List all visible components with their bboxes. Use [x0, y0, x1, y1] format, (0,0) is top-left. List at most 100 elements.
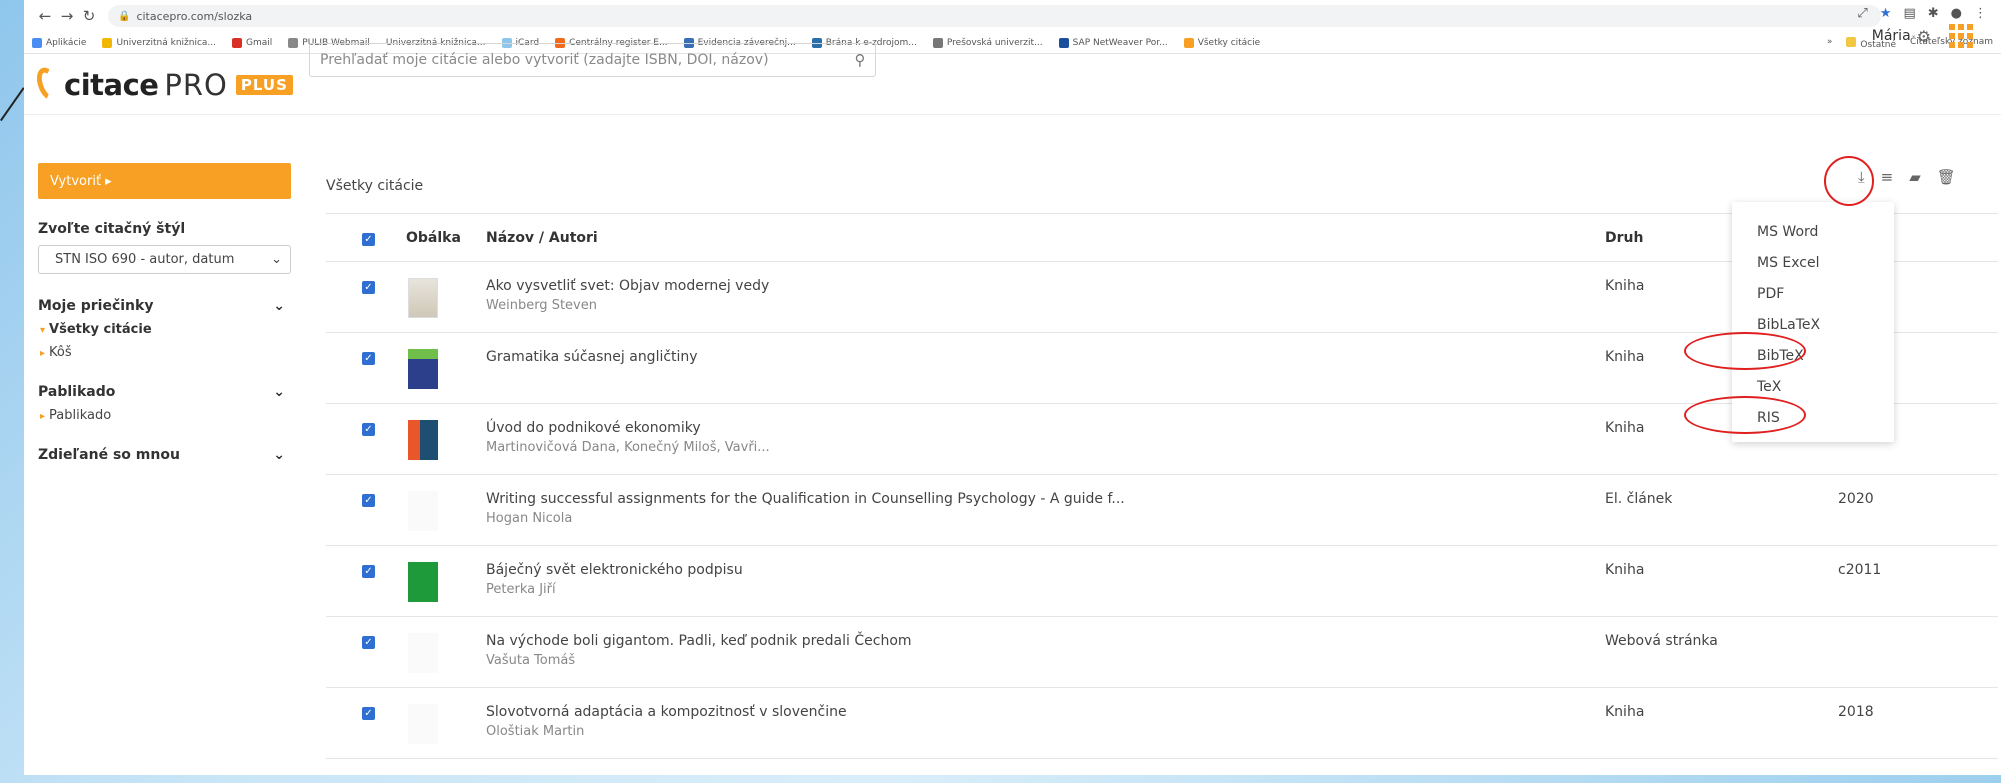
citation-title[interactable]: Slovotvorná adaptácia a kompozitnosť v s… — [486, 704, 1605, 720]
export-ms-word[interactable]: MS Word — [1732, 216, 1894, 247]
bookmark-item[interactable]: Aplikácie — [32, 37, 86, 48]
bookmark-item[interactable]: Všetky citácie — [1183, 37, 1260, 48]
row-checkbox[interactable]: ✓ — [362, 352, 375, 365]
citation-author: Vašuta Tomáš — [486, 653, 576, 668]
url-field[interactable]: 🔒 citacepro.com/slozka — [108, 5, 1881, 27]
citation-title[interactable]: Writing successful assignments for the Q… — [486, 491, 1605, 507]
download-icon[interactable]: ⤓ — [1858, 168, 1865, 186]
search-input[interactable] — [310, 44, 845, 76]
export-biblatex[interactable]: BibLaTeX — [1732, 309, 1894, 340]
table-row[interactable]: ✓ Báječný svět elektronického podpisu Pet… — [326, 545, 1998, 617]
folder-icon[interactable]: ▰ — [1909, 168, 1921, 186]
chevron-down-icon: ⌄ — [273, 298, 285, 314]
citation-kind: El. článek — [1605, 474, 1838, 546]
citation-author: Martinovičová Dana, Konečný Miloš, Vavři… — [486, 440, 770, 455]
citation-year: 2020 — [1838, 474, 1998, 546]
citation-year — [1838, 616, 1998, 688]
citation-kind: Kniha — [1605, 687, 1838, 759]
citation-author: Ološtiak Martin — [486, 724, 585, 739]
lock-icon: 🔒 — [118, 10, 131, 22]
search-icon[interactable]: ⚲ — [845, 51, 875, 69]
citation-title[interactable]: Gramatika súčasnej angličtiny — [486, 349, 1605, 365]
toolbar: ⤓ ≡ ▰ 🗑 — [1858, 168, 1956, 186]
star-icon[interactable]: ★ — [1880, 6, 1892, 21]
plus-badge: PLUS — [235, 74, 293, 95]
published-section[interactable]: Pablikado ⌄ — [38, 384, 293, 400]
export-ris[interactable]: RIS — [1732, 402, 1894, 433]
logo[interactable]: citace PRO PLUS — [32, 64, 293, 103]
bookmark-item[interactable]: Gmail — [232, 37, 272, 48]
extensions-icon[interactable]: ✱ — [1928, 6, 1939, 21]
create-button[interactable]: Vytvoriť ▸ — [38, 163, 291, 199]
reload-icon[interactable]: ↻ — [78, 7, 100, 25]
back-icon[interactable]: ← — [34, 7, 56, 25]
logo-mark-icon — [32, 64, 64, 103]
book-cover-placeholder — [408, 633, 438, 673]
citation-author: Hogan Nicola — [486, 511, 573, 526]
citation-title[interactable]: Úvod do podnikové ekonomiky — [486, 420, 1605, 436]
bookmark-item[interactable]: Prešovská univerzit... — [932, 37, 1043, 48]
style-label: Zvoľte citačný štýl — [38, 221, 186, 237]
menu-icon[interactable]: ⋮ — [1974, 6, 1987, 21]
sort-icon[interactable]: ≡ — [1881, 168, 1894, 186]
browser-actions: ⤢ ★ ▤ ✱ ● ⋮ — [1857, 6, 1987, 21]
sidebar-item-trash[interactable]: ▸ Kôš — [38, 345, 293, 360]
address-bar: ← → ↻ 🔒 citacepro.com/slozka ⤢ ★ ▤ ✱ ● ⋮ — [24, 0, 2001, 32]
chevron-down-icon: ⌄ — [271, 252, 282, 267]
citation-year: c2011 — [1838, 545, 1998, 617]
user-name[interactable]: Mária — [1872, 28, 1911, 44]
apps-grid-icon[interactable] — [1949, 24, 1973, 48]
export-bibtex[interactable]: BibTeX — [1732, 340, 1894, 371]
export-ms-excel[interactable]: MS Excel — [1732, 247, 1894, 278]
folders-section[interactable]: Moje priečinky ⌄ — [38, 298, 293, 314]
more-bookmarks[interactable]: » — [1827, 37, 1833, 50]
citation-style-select[interactable]: STN ISO 690 - autor, datum ⌄ — [38, 245, 291, 274]
forward-icon[interactable]: → — [56, 7, 78, 25]
bookmark-item[interactable]: Univerzitná knižnica... — [102, 37, 216, 48]
select-all-checkbox[interactable]: ✓ — [362, 232, 375, 246]
citation-author: Peterka Jiří — [486, 582, 556, 597]
search-box: ⚲ — [309, 43, 876, 77]
row-checkbox[interactable]: ✓ — [362, 423, 375, 436]
row-checkbox[interactable]: ✓ — [362, 707, 375, 720]
table-row[interactable]: ✓ Writing successful assignments for the… — [326, 474, 1998, 546]
book-cover-placeholder — [408, 704, 438, 744]
export-tex[interactable]: TeX — [1732, 371, 1894, 402]
citation-title[interactable]: Báječný svět elektronického podpisu — [486, 562, 1605, 578]
sidebar-item-all-citations[interactable]: ▾ Všetky citácie — [38, 322, 293, 337]
table-row[interactable]: ✓ Slovotvorná adaptácia a kompozitnosť v… — [326, 687, 1998, 759]
book-cover — [408, 420, 438, 460]
caret-right-icon: ▸ — [40, 411, 46, 422]
book-cover — [408, 278, 438, 318]
sidebar-item-published[interactable]: ▸ Pablikado — [38, 408, 293, 423]
row-checkbox[interactable]: ✓ — [362, 494, 375, 507]
row-checkbox[interactable]: ✓ — [362, 565, 375, 578]
book-cover — [408, 562, 438, 602]
export-pdf[interactable]: PDF — [1732, 278, 1894, 309]
table-row[interactable]: ✓ Na východe boli gigantom. Padli, keď p… — [326, 616, 1998, 688]
row-checkbox[interactable]: ✓ — [362, 636, 375, 649]
bookmark-item[interactable]: SAP NetWeaver Por... — [1058, 37, 1168, 48]
chevron-down-icon: ⌄ — [273, 384, 285, 400]
column-title[interactable]: Názov / Autori — [486, 213, 1605, 262]
annotation-line — [0, 87, 25, 122]
row-checkbox[interactable]: ✓ — [362, 281, 375, 294]
citation-kind: Kniha — [1605, 545, 1838, 617]
citation-kind: Webová stránka — [1605, 616, 1838, 688]
browser-window: ← → ↻ 🔒 citacepro.com/slozka ⤢ ★ ▤ ✱ ● ⋮… — [24, 0, 2001, 775]
reading-list-icon[interactable]: ▤ — [1903, 6, 1915, 21]
chevron-down-icon: ⌄ — [273, 447, 285, 463]
book-cover-placeholder — [408, 491, 438, 531]
profile-icon[interactable]: ● — [1951, 6, 1962, 21]
user-menu[interactable]: Mária ⚙ — [1872, 24, 1973, 48]
citation-title[interactable]: Ako vysvetliť svet: Objav modernej vedy — [486, 278, 1605, 294]
column-cover[interactable]: Obálka — [406, 213, 486, 262]
shared-section[interactable]: Zdieľané so mnou ⌄ — [38, 447, 293, 463]
share-icon[interactable]: ⤢ — [1857, 6, 1867, 21]
citation-author: Weinberg Steven — [486, 298, 597, 313]
gear-icon[interactable]: ⚙ — [1917, 27, 1931, 46]
trash-icon[interactable]: 🗑 — [1937, 168, 1956, 186]
citation-title[interactable]: Na východe boli gigantom. Padli, keď pod… — [486, 633, 1605, 649]
url-text: citacepro.com/slozka — [136, 9, 253, 23]
caret-down-icon: ▾ — [40, 325, 46, 336]
